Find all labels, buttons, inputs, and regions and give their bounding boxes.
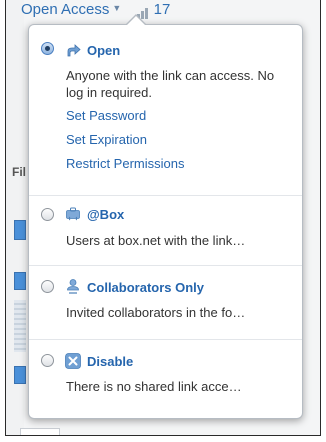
option-title: @Box [87,207,125,222]
option-description: Users at box.net with the link… [66,233,246,248]
radio-disable[interactable] [41,354,54,367]
screenshot-frame: Open Access ▼ 17 Fil Open Anyone with the… [5,0,321,436]
collaborators-person-icon [67,279,79,294]
set-password-link[interactable]: Set Password [66,108,146,123]
disable-x-icon [65,353,81,369]
option-description: Invited collaborators in the fo… [66,305,246,320]
radio-company[interactable] [41,208,54,221]
background-tab [14,272,26,290]
radio-open[interactable] [41,42,54,55]
radio-collaborators[interactable] [41,280,54,293]
access-option-disable[interactable]: Disable There is no shared link acce… [29,339,302,418]
restrict-permissions-link[interactable]: Restrict Permissions [66,156,184,171]
option-title: Disable [87,354,134,369]
access-option-collaborators[interactable]: Collaborators Only Invited collaborators… [29,265,302,339]
background-thumbnail [14,300,26,352]
option-description: There is no shared link acce… [66,379,242,394]
background-tab [14,220,26,240]
option-description: Anyone with the link can access. No log … [66,68,275,100]
access-dropdown-trigger[interactable]: Open Access ▼ 17 [21,0,170,22]
views-count: 17 [153,1,171,18]
option-title: Collaborators Only [87,280,205,295]
access-dropdown-label: Open Access [21,1,110,18]
set-expiration-link[interactable]: Set Expiration [66,132,147,147]
access-option-open[interactable]: Open Anyone with the link can access. No… [29,25,302,195]
company-briefcase-icon [66,207,80,221]
background-button [20,428,60,435]
background-section-label: Fil [12,165,26,179]
access-option-company[interactable]: @Box Users at box.net with the link… [29,195,302,265]
background-tab [14,366,26,384]
shared-link-access-popover: Open Anyone with the link can access. No… [28,14,303,419]
option-title: Open [87,43,121,58]
open-share-icon [67,44,81,57]
chevron-down-icon: ▼ [112,3,122,13]
